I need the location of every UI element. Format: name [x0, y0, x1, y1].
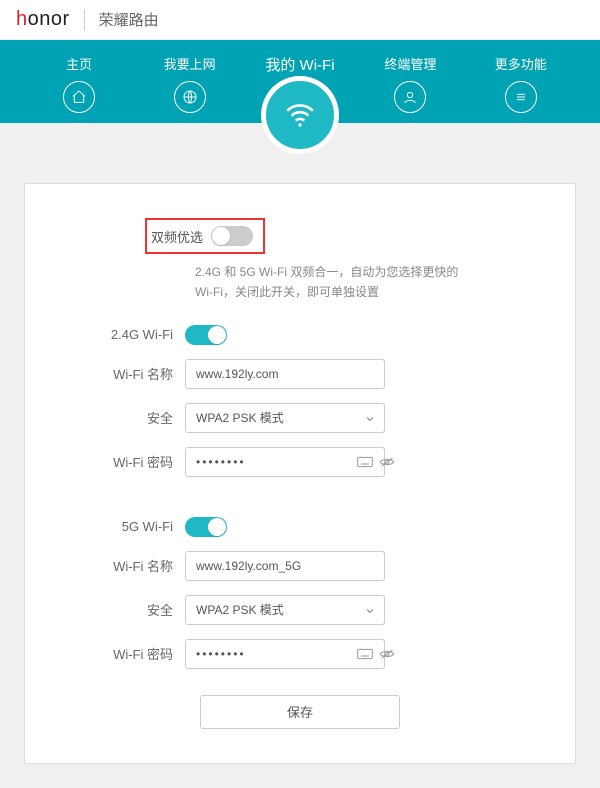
nav-wifi[interactable]: 我的 Wi-Fi [260, 54, 340, 75]
nav-home-label: 主页 [66, 54, 92, 73]
dual-band-highlight: 双频优选 [145, 218, 265, 254]
band5-toggle[interactable] [185, 517, 227, 537]
nav-clients[interactable]: 终端管理 [370, 54, 450, 113]
band5-pw-label: Wi-Fi 密码 [75, 644, 185, 663]
brand-header: honor 荣耀路由 [0, 0, 600, 40]
dual-band-desc-l1: 2.4G 和 5G Wi-Fi 双频合一，自动为您选择更快的 [195, 265, 458, 279]
dual-band-desc-l2: Wi-Fi，关闭此开关，即可单独设置 [195, 285, 379, 299]
nav-internet-label: 我要上网 [164, 54, 216, 73]
band5-switch-label: 5G Wi-Fi [75, 519, 185, 534]
keyboard-icon[interactable] [357, 646, 373, 662]
eye-off-icon[interactable] [379, 454, 395, 470]
nav-internet[interactable]: 我要上网 [150, 54, 230, 113]
user-icon [394, 81, 426, 113]
band24-security-select[interactable]: WPA2 PSK 模式 [185, 403, 385, 433]
dual-band-label: 双频优选 [151, 227, 203, 246]
band5-pw-wrap [185, 639, 385, 669]
nav-wifi-label: 我的 Wi-Fi [265, 54, 334, 75]
band5-name-input[interactable] [185, 551, 385, 581]
band24-pw-input[interactable] [196, 455, 351, 469]
band24-pw-wrap [185, 447, 385, 477]
band5-security-select[interactable]: WPA2 PSK 模式 [185, 595, 385, 625]
chevron-down-icon [364, 605, 376, 617]
band5-security-value: WPA2 PSK 模式 [196, 601, 284, 618]
chevron-down-icon [364, 413, 376, 425]
band24-name-input[interactable] [185, 359, 385, 389]
eye-off-icon[interactable] [379, 646, 395, 662]
nav-clients-label: 终端管理 [384, 54, 436, 73]
home-icon [63, 81, 95, 113]
band24-pw-label: Wi-Fi 密码 [75, 452, 185, 471]
page-body: 双频优选 2.4G 和 5G Wi-Fi 双频合一，自动为您选择更快的 Wi-F… [0, 123, 600, 788]
globe-icon [174, 81, 206, 113]
nav-more[interactable]: 更多功能 [481, 54, 561, 113]
save-button[interactable]: 保存 [200, 695, 400, 729]
nav-home[interactable]: 主页 [39, 54, 119, 113]
band24-toggle[interactable] [185, 325, 227, 345]
top-nav: 主页 我要上网 我的 Wi-Fi 终端管理 更多功能 [0, 40, 600, 123]
brand-logo: honor [16, 8, 70, 31]
keyboard-icon[interactable] [357, 454, 373, 470]
menu-icon [505, 81, 537, 113]
wifi-icon [261, 76, 339, 154]
brand-logo-rest: onor [28, 8, 70, 30]
dual-band-desc: 2.4G 和 5G Wi-Fi 双频合一，自动为您选择更快的 Wi-Fi，关闭此… [195, 262, 475, 303]
brand-subtitle: 荣耀路由 [99, 9, 159, 30]
wifi-settings-card: 双频优选 2.4G 和 5G Wi-Fi 双频合一，自动为您选择更快的 Wi-F… [24, 183, 576, 764]
band24-name-label: Wi-Fi 名称 [75, 364, 185, 383]
band24-security-value: WPA2 PSK 模式 [196, 409, 284, 426]
nav-more-label: 更多功能 [495, 54, 547, 73]
dual-band-toggle[interactable] [211, 226, 253, 246]
band5-security-label: 安全 [75, 600, 185, 619]
band24-switch-label: 2.4G Wi-Fi [75, 327, 185, 342]
brand-divider [84, 9, 85, 31]
brand-logo-accent: h [16, 8, 28, 30]
band24-security-label: 安全 [75, 408, 185, 427]
band5-name-label: Wi-Fi 名称 [75, 556, 185, 575]
band5-pw-input[interactable] [196, 647, 351, 661]
